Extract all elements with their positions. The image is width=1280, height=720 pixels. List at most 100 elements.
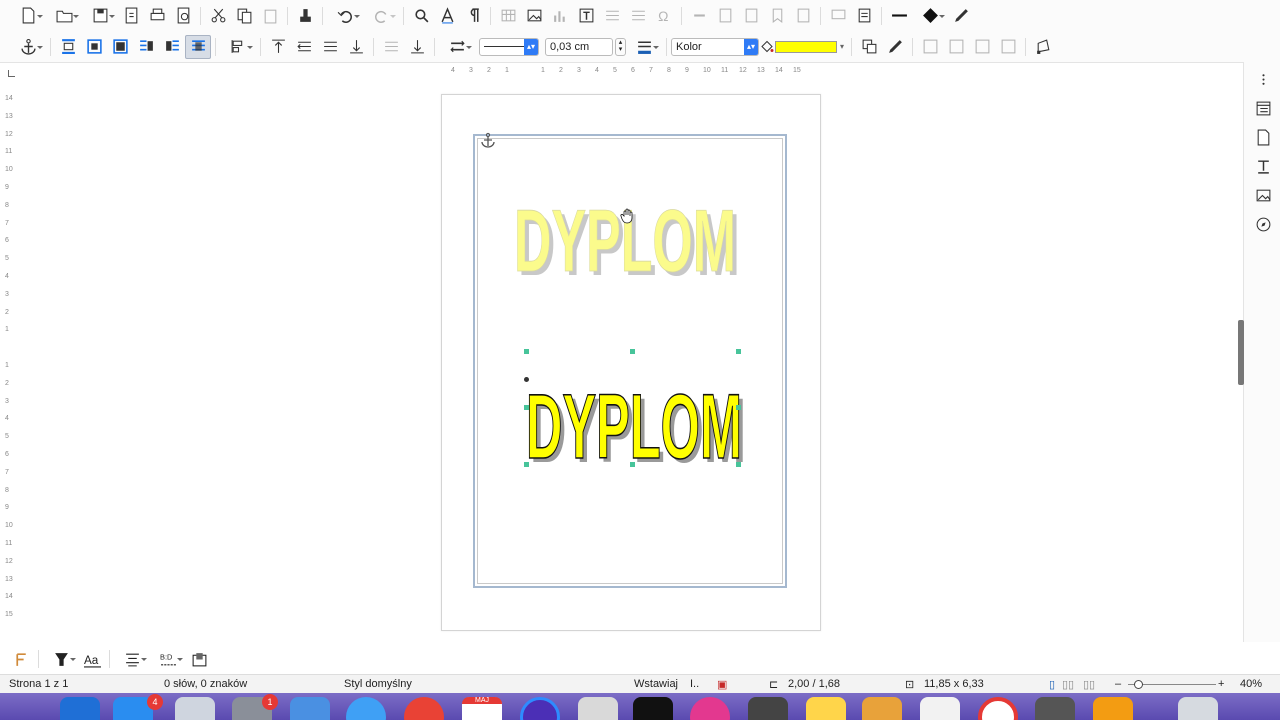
finder-icon[interactable] [60,697,100,720]
insert-table-icon[interactable] [495,4,521,28]
zoom-slider-thumb[interactable] [1134,680,1143,689]
arrow-style-icon[interactable] [439,35,475,59]
sidebar-collapse-handle[interactable] [1238,320,1244,385]
wrap-off-icon[interactable] [55,35,81,59]
send-to-back-icon[interactable] [343,35,369,59]
wrap-page-icon[interactable] [81,35,107,59]
wrap-optimal-icon[interactable] [107,35,133,59]
anchor-marker-icon[interactable] [480,132,496,148]
insert-mode[interactable]: Wstawiaj [634,678,678,690]
zoom-out-button[interactable]: – [1115,678,1121,690]
selection-handle[interactable] [736,462,741,467]
exit-group-icon[interactable] [969,35,995,59]
fontwork-control-point[interactable] [524,377,529,382]
selection-handle[interactable] [630,349,635,354]
special-character-icon[interactable]: Ω [651,4,677,28]
align-objects-icon[interactable] [220,35,256,59]
ungroup-icon[interactable] [995,35,1021,59]
redo-icon[interactable] [363,4,399,28]
group-icon[interactable] [917,35,943,59]
page-style[interactable]: Styl domyślny [344,678,412,690]
endnote-icon[interactable] [738,4,764,28]
back-one-icon[interactable] [317,35,343,59]
insert-page-break-icon[interactable] [599,4,625,28]
to-foreground-icon[interactable] [378,35,404,59]
styles-panel-icon[interactable] [1250,154,1276,178]
textedit-icon[interactable] [920,697,960,720]
properties-icon[interactable] [856,35,882,59]
cross-reference-icon[interactable] [790,4,816,28]
book-view-icon[interactable]: ▯▯ [1083,678,1095,691]
cut-icon[interactable] [205,4,231,28]
selection-handle[interactable] [630,462,635,467]
trash-icon[interactable] [1178,697,1218,720]
new-document-icon[interactable] [10,4,46,28]
fill-color-dropdown[interactable]: ▾ [837,42,847,51]
final-cut-icon[interactable] [633,697,673,720]
selection-mode-icon[interactable]: I.. [690,678,699,690]
page-panel-icon[interactable] [1250,125,1276,149]
zoom-in-button[interactable]: + [1218,678,1224,690]
formatting-marks-icon[interactable] [460,4,486,28]
clone-formatting-icon[interactable] [292,4,318,28]
system-preferences-icon[interactable]: 1 [232,694,278,720]
line-width-stepper[interactable]: ▴ ▾ [615,37,626,56]
safari-icon[interactable] [346,697,386,720]
selection-handle[interactable] [524,405,529,410]
chrome-icon[interactable] [404,697,444,720]
properties-panel-icon[interactable] [1250,96,1276,120]
multi-page-view-icon[interactable]: ▯▯ [1062,678,1074,691]
horizontal-ruler[interactable]: 4 3 2 1 1 2 3 4 5 6 7 8 9 10 11 12 13 14 15 [441,66,819,80]
selection-handle[interactable] [736,349,741,354]
insert-field-icon[interactable] [625,4,651,28]
itunes-icon[interactable] [690,697,730,720]
fontwork-shape-icon[interactable] [43,647,79,671]
wrap-left-icon[interactable] [133,35,159,59]
navigator-panel-icon[interactable] [1250,212,1276,236]
insert-textbox-icon[interactable] [573,4,599,28]
bookmark-icon[interactable] [764,4,790,28]
page-count[interactable]: Strona 1 z 1 [9,678,68,690]
paste-icon[interactable] [257,4,283,28]
find-replace-icon[interactable] [408,4,434,28]
line-style-select[interactable]: ▴▾ [479,37,539,56]
single-page-view-icon[interactable]: ▯ [1049,678,1055,691]
fontwork-alignment-icon[interactable] [114,647,150,671]
hyperlink-icon[interactable] [686,4,712,28]
undo-icon[interactable] [327,4,363,28]
toggle-extrusion-icon[interactable] [882,35,908,59]
track-changes-icon[interactable] [851,4,877,28]
word-count[interactable]: 0 słów, 0 znaków [164,678,247,690]
scratch-cat-icon[interactable] [1093,697,1133,720]
selection-handle[interactable] [524,349,529,354]
app-store-icon[interactable]: 4 [113,694,163,720]
to-background-icon[interactable] [404,35,430,59]
keynote-icon[interactable] [862,697,902,720]
wordart-bottom[interactable]: DYPLOM DYPLOM [520,348,752,470]
fontwork-same-height-icon[interactable]: Aa [79,647,105,671]
preview-icon[interactable] [290,697,330,720]
libreoffice-icon[interactable] [1035,697,1075,720]
insert-chart-icon[interactable] [547,4,573,28]
calendar-icon[interactable]: MAJ [462,697,502,720]
insert-image-icon[interactable] [521,4,547,28]
sidebar-menu-icon[interactable] [1250,67,1276,91]
spelling-icon[interactable] [434,4,460,28]
fontwork-spacing-icon[interactable]: B:D [150,647,186,671]
calculator-icon[interactable] [748,697,788,720]
wrap-right-icon[interactable] [159,35,185,59]
open-folder-icon[interactable] [46,4,82,28]
draw-icon[interactable] [948,4,974,28]
podcast-icon[interactable] [520,697,560,720]
export-pdf-icon[interactable] [118,4,144,28]
line-width-field[interactable]: 0,03 cm [545,37,613,56]
basic-shapes-icon[interactable] [912,4,948,28]
vertical-ruler[interactable]: 14 13 12 11 10 9 8 7 6 5 4 3 2 1 1 2 3 4 5 6 7 8 9 10 11 12 13 14 15 [4,95,16,630]
line-color-icon[interactable] [626,35,662,59]
forward-one-icon[interactable] [291,35,317,59]
print-icon[interactable] [144,4,170,28]
fill-color-swatch[interactable] [775,40,837,53]
wrap-through-icon[interactable] [185,34,211,59]
copy-icon[interactable] [231,4,257,28]
photo-booth-icon[interactable] [578,697,618,720]
